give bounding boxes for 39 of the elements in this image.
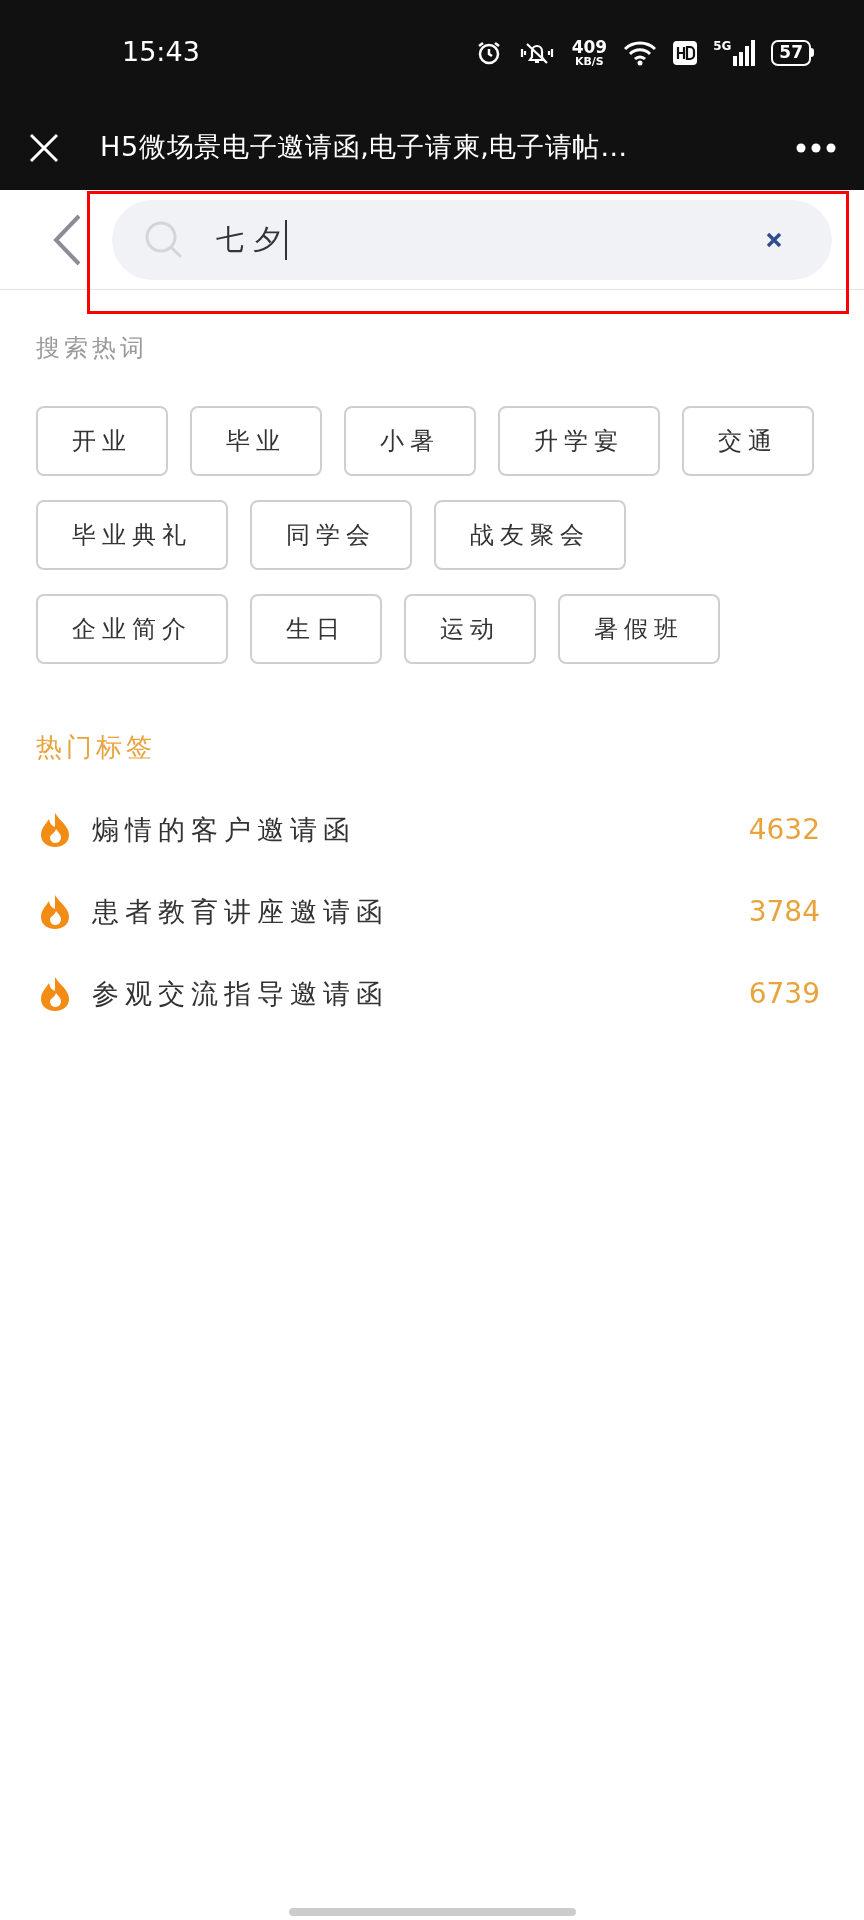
keyword-tag[interactable]: 运动 [404, 594, 536, 664]
tag-count: 6739 [748, 976, 820, 1012]
back-icon[interactable] [52, 213, 82, 266]
keyword-tag[interactable]: 毕业 [190, 406, 322, 476]
signal-icon [733, 39, 756, 66]
tag-count: 3784 [748, 894, 820, 930]
search-input-text: 七 夕 [216, 221, 281, 258]
keyword-tag[interactable]: 毕业典礼 [36, 500, 228, 570]
keyword-tag[interactable]: 小暑 [344, 406, 476, 476]
keyword-tag[interactable]: 升学宴 [498, 406, 660, 476]
tag-label[interactable]: 参观交流指导邀请函 [92, 973, 727, 1015]
keyword-tag[interactable]: 同学会 [250, 500, 412, 570]
tag-count: 4632 [748, 812, 820, 848]
section-title: 搜索热词 [36, 333, 149, 364]
keyword-tag[interactable]: 暑假班 [558, 594, 720, 664]
hd-icon [673, 40, 698, 65]
flame-icon [40, 976, 70, 1012]
keyword-tag[interactable]: 生日 [250, 594, 382, 664]
keyword-tag[interactable]: 战友聚会 [434, 500, 626, 570]
battery-indicator: 57 [771, 39, 814, 66]
more-icon[interactable] [796, 142, 836, 153]
status-time: 15:43 [122, 35, 200, 70]
net-speed-unit: KB/S [574, 55, 604, 67]
flame-icon [40, 894, 70, 930]
close-icon[interactable] [28, 131, 60, 164]
search-icon [144, 219, 184, 260]
flame-icon [40, 812, 70, 848]
section-title: 热门标签 [36, 731, 157, 764]
search-field[interactable]: 七 夕 [112, 199, 832, 280]
clear-icon[interactable] [766, 231, 782, 248]
tag-label[interactable]: 患者教育讲座邀请函 [92, 891, 727, 933]
keyword-tag[interactable]: 开业 [36, 406, 168, 476]
page-title: H5微场景电子邀请函,电子请柬,电子请帖… [100, 130, 629, 165]
network-type: 5G [713, 39, 732, 52]
tag-label[interactable]: 煽情的客户邀请函 [92, 809, 727, 851]
wifi-icon [623, 39, 658, 66]
keyword-tag[interactable]: 交通 [682, 406, 814, 476]
keyword-tag[interactable]: 企业简介 [36, 594, 228, 664]
net-speed-value: 409 [571, 38, 608, 56]
